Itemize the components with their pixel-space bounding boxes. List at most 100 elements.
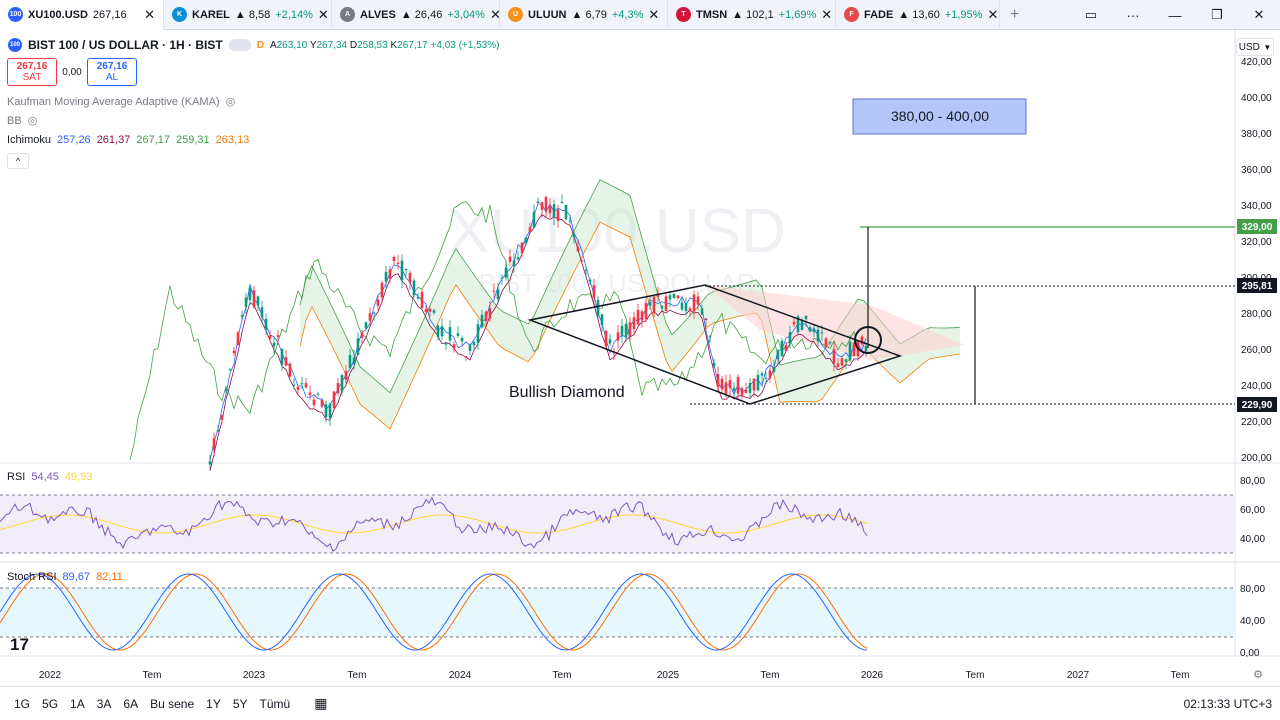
candle-body: [720, 378, 724, 390]
candle-body: [648, 302, 652, 306]
candle-body: [636, 309, 640, 325]
tab-xu100[interactable]: 100 XU100.USD 267,16 ✕: [0, 0, 164, 30]
candle-body: [512, 260, 516, 266]
range-all[interactable]: Tümü: [254, 697, 297, 711]
clock[interactable]: 02:13:33 UTC+3: [1184, 697, 1272, 711]
ohlc-d: 258,53: [357, 39, 388, 51]
close-icon[interactable]: ✕: [821, 7, 832, 23]
range-1y[interactable]: 1Y: [200, 697, 227, 711]
tab-price: ▲ 8,58: [234, 8, 271, 21]
ichimoku-v5: 263,13: [215, 134, 250, 146]
candle-body: [640, 311, 644, 321]
symbol-title[interactable]: BIST 100 / US DOLLAR · 1H · BIST: [28, 38, 223, 52]
close-icon[interactable]: ✕: [490, 7, 499, 23]
candle-body: [420, 292, 424, 308]
chevron-down-icon: ▼: [1263, 42, 1272, 52]
candle-body: [220, 415, 224, 420]
range-ytd[interactable]: Bu sene: [144, 697, 200, 711]
candle-body: [516, 257, 520, 260]
currency-value: USD: [1238, 41, 1260, 53]
eye-hidden-icon[interactable]: ◎: [28, 114, 38, 127]
candle-body: [684, 303, 688, 312]
time-tick: 2022: [39, 670, 62, 681]
indicator-kama[interactable]: Kaufman Moving Average Adaptive (KAMA) ◎: [7, 95, 236, 109]
tab-uluun[interactable]: U ULUUN ▲ 6,79 +4,3% ✕: [500, 0, 668, 30]
date-range-icon[interactable]: ▦: [314, 695, 327, 712]
rsi-legend[interactable]: RSI 54,45 49,93: [7, 471, 92, 483]
new-tab-icon[interactable]: +: [1010, 6, 1019, 24]
candle-body: [476, 324, 480, 344]
range-1a[interactable]: 1A: [64, 697, 91, 711]
candle-body: [700, 308, 704, 315]
chart-area[interactable]: XU100.USD BIST 100 / US DOLLAR Bullish D…: [0, 30, 1280, 686]
close-icon[interactable]: ✕: [648, 7, 659, 23]
collapse-indicators-button[interactable]: ^: [7, 153, 29, 169]
range-6a[interactable]: 6A: [117, 697, 144, 711]
time-axis[interactable]: 2022 Tem 2023 Tem 2024 Tem 2025 Tem 2026 Tem 2027 T…: [39, 670, 1190, 681]
time-tick: 2024: [449, 670, 472, 681]
close-icon[interactable]: ✕: [318, 7, 329, 23]
range-5y[interactable]: 5Y: [227, 697, 254, 711]
candle-body: [628, 322, 632, 336]
candle-body: [464, 356, 468, 358]
candle-body: [756, 375, 760, 391]
indicator-ichimoku[interactable]: Ichimoku 257,26 261,37 267,17 259,31 263…: [7, 134, 249, 146]
stoch-axis-80: 80,00: [1240, 584, 1265, 595]
range-3a[interactable]: 3A: [91, 697, 118, 711]
candle-body: [324, 404, 328, 418]
layout-icon[interactable]: ▭: [1070, 7, 1112, 23]
tab-symbol: ALVES: [360, 8, 396, 21]
close-window-icon[interactable]: ✕: [1238, 7, 1280, 23]
stoch-legend[interactable]: Stoch RSI 89,67 82,11: [7, 571, 123, 583]
candle-body: [600, 314, 604, 326]
price-tick: 240,00: [1241, 381, 1272, 392]
spread-value: 0,00: [62, 66, 82, 78]
candle-body: [536, 201, 540, 204]
minimize-icon[interactable]: —: [1154, 8, 1196, 23]
tab-icon: 100: [8, 7, 23, 22]
close-icon[interactable]: ✕: [144, 7, 155, 23]
candle-body: [488, 308, 492, 319]
range-5g[interactable]: 5G: [36, 697, 64, 711]
tab-tmsn[interactable]: T TMSN ▲ 102,1 +1,69% ✕: [668, 0, 836, 30]
maximize-icon[interactable]: ❐: [1196, 7, 1238, 23]
rsi-value: 54,45: [31, 471, 59, 483]
rsi-band: [0, 495, 1235, 553]
range-1g[interactable]: 1G: [8, 697, 36, 711]
candle-body: [348, 355, 352, 369]
ichimoku-label: Ichimoku: [7, 134, 52, 146]
candle-body: [544, 197, 548, 211]
rsi-axis-60: 60,00: [1240, 505, 1265, 516]
candle-body: [452, 344, 456, 349]
more-icon[interactable]: ···: [1112, 8, 1154, 23]
chart-canvas[interactable]: XU100.USD BIST 100 / US DOLLAR Bullish D…: [0, 30, 1280, 686]
time-tick: Tem: [348, 670, 367, 681]
indicator-bb[interactable]: BB ◎: [7, 114, 38, 128]
candle-body: [292, 384, 296, 386]
rsi-axis-80: 80,00: [1240, 476, 1265, 487]
buy-price: 267,16: [96, 61, 128, 72]
target-box-label: 380,00 - 400,00: [891, 108, 989, 124]
stoch-name: Stoch RSI: [7, 571, 57, 583]
currency-select[interactable]: USD ▼: [1236, 38, 1274, 56]
pattern-label[interactable]: Bullish Diamond: [509, 384, 625, 401]
candle-body: [564, 204, 568, 220]
sell-button[interactable]: 267,16 SAT: [7, 58, 57, 86]
tradingview-logo[interactable]: 17: [10, 635, 29, 654]
tab-karel[interactable]: K KAREL ▲ 8,58 +2,14% ✕: [164, 0, 332, 30]
tag-229-text: 229,90: [1242, 400, 1273, 411]
candle-body: [748, 383, 752, 393]
candle-body: [704, 318, 708, 321]
candle-body: [592, 285, 596, 298]
eye-hidden-icon[interactable]: ◎: [226, 95, 236, 108]
ohlc-values: A263,10 Y267,34 D258,53 K267,17 +4,03 (+…: [270, 40, 500, 51]
settings-icon[interactable]: ⚙: [1253, 669, 1263, 681]
close-icon[interactable]: ✕: [987, 7, 998, 23]
candle-body: [584, 269, 588, 271]
tab-alves[interactable]: A ALVES ▲ 26,46 +3,04% ✕: [332, 0, 500, 30]
candle-body: [692, 294, 696, 312]
buy-button[interactable]: 267,16 AL: [87, 58, 137, 86]
candle-body: [444, 343, 448, 345]
candle-body: [500, 277, 504, 279]
tab-fade[interactable]: F FADE ▲ 13,60 +1,95% ✕: [836, 0, 1000, 30]
